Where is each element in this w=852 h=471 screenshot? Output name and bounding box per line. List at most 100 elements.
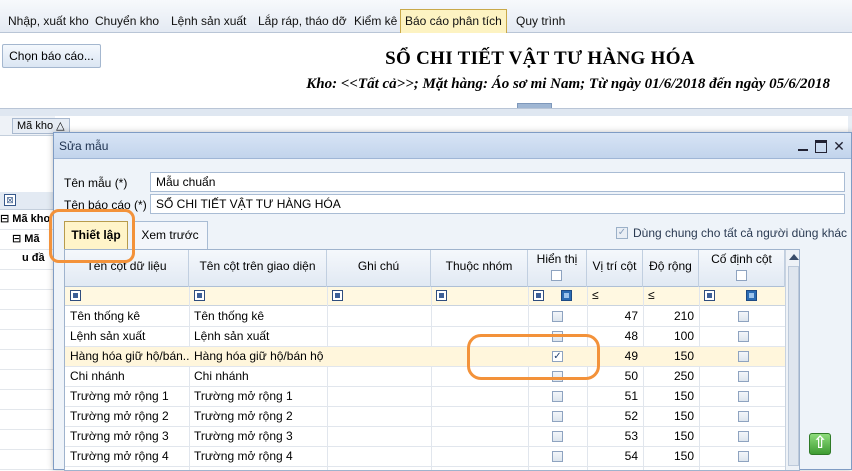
cell-position[interactable]: 51 (587, 387, 643, 407)
menu-tab-transfer[interactable]: Chuyển kho (91, 9, 163, 33)
cell-position[interactable]: 54 (587, 447, 643, 467)
filter-icon[interactable] (70, 290, 81, 301)
choose-report-button[interactable]: Chọn báo cáo... (2, 44, 101, 68)
cell-group[interactable] (431, 447, 528, 467)
cell-width[interactable]: 150 (643, 407, 699, 427)
fixed-column-checkbox[interactable] (738, 311, 749, 322)
scrollbar-thumb[interactable] (788, 266, 799, 466)
filter-checkbox-icon[interactable] (746, 290, 757, 301)
col-header-group[interactable]: Thuộc nhóm (431, 250, 528, 287)
visible-checkbox[interactable] (552, 411, 563, 422)
tab-preview[interactable]: Xem trước (132, 221, 208, 249)
filter-icon[interactable] (436, 290, 447, 301)
menu-tab-analysis-report[interactable]: Báo cáo phân tích (400, 9, 507, 33)
report-name-input[interactable]: SỔ CHI TIẾT VẬT TƯ HÀNG HÓA (150, 194, 845, 214)
cell-position[interactable]: 52 (587, 407, 643, 427)
col-header-width[interactable]: Độ rộng (643, 250, 699, 287)
filter-icon[interactable]: ⊠ (4, 194, 16, 206)
fixed-column-checkbox[interactable] (738, 431, 749, 442)
group-row-subgroup[interactable]: ⊟ Mã (12, 232, 40, 245)
minimize-icon[interactable] (796, 139, 810, 153)
cell-note[interactable] (327, 387, 431, 407)
group-row-warehouse[interactable]: ⊟ Mã kho (0, 212, 50, 225)
template-name-input[interactable]: Mẫu chuẩn (150, 172, 845, 192)
cell-group[interactable] (431, 347, 528, 367)
cell-group[interactable] (431, 407, 528, 427)
scroll-up-icon[interactable] (789, 254, 799, 260)
cell-position[interactable]: 53 (587, 427, 643, 447)
cell-note[interactable] (327, 407, 431, 427)
menu-tab-stock-in-out[interactable]: Nhập, xuất kho (4, 9, 93, 33)
close-icon[interactable]: ✕ (832, 139, 846, 153)
visible-checkbox[interactable] (552, 451, 563, 462)
cell-group[interactable] (431, 367, 528, 387)
cell-note[interactable] (327, 447, 431, 467)
grid-vertical-scrollbar[interactable] (785, 250, 799, 470)
filter-icon[interactable] (533, 290, 544, 301)
table-row[interactable]: Trường mở rộng 3 Trường mở rộng 3 53 150 (65, 427, 785, 447)
cell-group[interactable] (431, 387, 528, 407)
cell-note[interactable] (327, 307, 431, 327)
fixed-column-checkbox[interactable] (738, 411, 749, 422)
filter-operator-width[interactable]: ≤ (648, 288, 655, 302)
col-header-fixed[interactable]: Cố định cột (699, 250, 785, 287)
cell-ui-name[interactable]: Hàng hóa giữ hộ/bán hộ (189, 347, 327, 367)
cell-ui-name[interactable]: Trường mở rộng 3 (189, 427, 327, 447)
table-row[interactable]: Trường mở rộng 4 Trường mở rộng 4 54 150 (65, 447, 785, 467)
cell-position[interactable]: 49 (587, 347, 643, 367)
arrow-up-icon[interactable] (809, 433, 831, 455)
table-row[interactable]: Tên thống kê Tên thống kê 47 210 (65, 307, 785, 327)
cell-width[interactable]: 150 (643, 347, 699, 367)
fixed-column-checkbox[interactable] (738, 331, 749, 342)
col-header-visible[interactable]: Hiển thị (528, 250, 587, 287)
visible-checkbox[interactable] (552, 391, 563, 402)
cell-note[interactable] (327, 367, 431, 387)
cell-ui-name[interactable]: Trường mở rộng 4 (189, 447, 327, 467)
cell-note[interactable] (327, 347, 431, 367)
filter-icon[interactable] (194, 290, 205, 301)
visible-all-checkbox[interactable] (551, 270, 562, 281)
menu-tab-production-order[interactable]: Lệnh sản xuất (167, 9, 250, 33)
col-header-position[interactable]: Vị trí cột (587, 250, 643, 287)
tab-setup[interactable]: Thiết lập (64, 221, 128, 249)
fixed-column-checkbox[interactable] (738, 351, 749, 362)
fixed-column-checkbox[interactable] (738, 451, 749, 462)
filter-checkbox-icon[interactable] (561, 290, 572, 301)
cell-note[interactable] (327, 327, 431, 347)
table-row[interactable]: Trường mở rộng 2 Trường mở rộng 2 52 150 (65, 407, 785, 427)
cell-ui-name[interactable]: Tên thống kê (189, 307, 327, 327)
visible-checkbox[interactable]: ✓ (552, 351, 563, 362)
table-row[interactable]: Lệnh sản xuất Lệnh sản xuất 48 100 (65, 327, 785, 347)
cell-position[interactable]: 48 (587, 327, 643, 347)
filter-icon[interactable] (704, 290, 715, 301)
fixed-column-checkbox[interactable] (738, 371, 749, 382)
table-row[interactable]: Chi nhánh Chi nhánh 50 250 (65, 367, 785, 387)
cell-group[interactable] (431, 427, 528, 447)
col-header-ui-name[interactable]: Tên cột trên giao diện (189, 250, 327, 287)
table-row[interactable]: Trường mở rộng 1 Trường mở rộng 1 51 150 (65, 387, 785, 407)
menu-tab-assembly[interactable]: Lắp ráp, tháo dỡ (254, 9, 351, 33)
cell-position[interactable]: 50 (587, 367, 643, 387)
menu-tab-workflow[interactable]: Quy trình (512, 9, 569, 33)
cell-ui-name[interactable]: Trường mở rộng 1 (189, 387, 327, 407)
cell-width[interactable]: 150 (643, 387, 699, 407)
visible-checkbox[interactable] (552, 431, 563, 442)
col-header-note[interactable]: Ghi chú (327, 250, 431, 287)
col-header-data-name[interactable]: Tên cột dữ liệu (65, 250, 189, 287)
cell-width[interactable]: 210 (643, 307, 699, 327)
cell-ui-name[interactable]: Chi nhánh (189, 367, 327, 387)
visible-checkbox[interactable] (552, 311, 563, 322)
cell-width[interactable]: 150 (643, 427, 699, 447)
cell-width[interactable]: 250 (643, 367, 699, 387)
fixed-column-checkbox[interactable] (738, 391, 749, 402)
cell-position[interactable]: 47 (587, 307, 643, 327)
cell-width[interactable]: 150 (643, 447, 699, 467)
cell-note[interactable] (327, 427, 431, 447)
filter-operator-position[interactable]: ≤ (592, 288, 599, 302)
visible-checkbox[interactable] (552, 331, 563, 342)
table-row[interactable]: Hàng hóa giữ hộ/bán... Hàng hóa giữ hộ/bá… (65, 347, 785, 367)
cell-ui-name[interactable]: Trường mở rộng 2 (189, 407, 327, 427)
cell-width[interactable]: 100 (643, 327, 699, 347)
menu-tab-inventory-check[interactable]: Kiểm kê (350, 9, 401, 33)
cell-group[interactable] (431, 307, 528, 327)
